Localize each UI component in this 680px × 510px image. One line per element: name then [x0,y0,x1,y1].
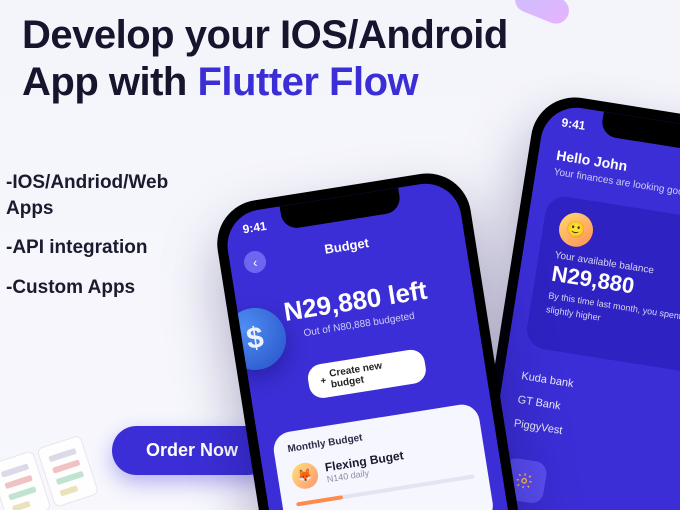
headline: Develop your IOS/Android App with Flutte… [22,12,508,106]
status-time: 9:41 [242,219,268,237]
status-time: 9:41 [561,115,587,133]
phone-mockup-budget: 9:41 $ ‹ Budget N29,880 left Out of N80,… [211,167,545,510]
create-budget-label: Create new budget [328,356,415,391]
headline-line1: Develop your IOS/Android [22,13,508,57]
phone-notch [280,188,402,230]
monthly-budget-card: Monthly Budget 🦊 Flexing Buget N140 dail… [271,402,495,510]
decoration-documents [0,435,99,510]
plus-icon: + [320,375,327,387]
avatar-emoji: 🙂 [565,218,588,241]
create-budget-button[interactable]: + Create new budget [306,348,428,400]
feature-list: -IOS/Andriod/Web Apps -API integration -… [6,170,168,315]
headline-line2-lead: App with [22,60,197,104]
headline-accent: Flutter Flow [197,60,418,104]
feature-item-1: -IOS/Andriod/Web Apps [6,170,168,221]
phone-budget-screen: 9:41 $ ‹ Budget N29,880 left Out of N80,… [222,179,533,510]
feature-item-3: -Custom Apps [6,275,168,301]
budget-progress-bar [296,495,343,506]
gear-icon [514,470,535,491]
phone-notch [600,112,680,154]
accounts-list: Kuda bank GT Bank PiggyVest [512,364,575,444]
budget-avatar-icon: 🦊 [290,461,320,491]
balance-panel: 🙂 Your available balance N29,880 By this… [524,194,680,390]
decoration-pill [511,0,573,28]
avatar: 🙂 [557,210,596,249]
feature-item-2: -API integration [6,235,168,261]
budget-avatar-emoji: 🦊 [297,468,314,484]
